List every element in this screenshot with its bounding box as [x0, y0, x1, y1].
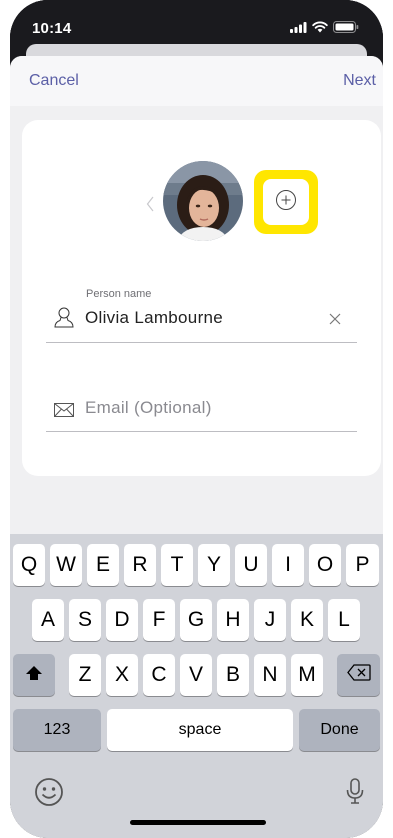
key-c[interactable]: C [143, 654, 175, 696]
person-icon [54, 306, 74, 333]
on-screen-keyboard: Q W E R T Y U I O P A S D F G H J K L Z … [10, 534, 383, 838]
key-i[interactable]: I [272, 544, 304, 586]
key-r[interactable]: R [124, 544, 156, 586]
key-j[interactable]: J [254, 599, 286, 641]
person-form-card: Person name Olivia Lambourne Email (Opti… [22, 120, 381, 476]
phone-frame: 10:14 Cancel Next Person name Olivia Lam… [0, 0, 393, 838]
key-g[interactable]: G [180, 599, 212, 641]
key-s[interactable]: S [69, 599, 101, 641]
avatar[interactable] [163, 161, 243, 241]
key-n[interactable]: N [254, 654, 286, 696]
cellular-signal-icon [290, 20, 307, 38]
status-time: 10:14 [32, 20, 72, 37]
shift-key[interactable] [13, 654, 55, 696]
nav-bar: Cancel Next [10, 56, 383, 106]
backspace-key[interactable] [337, 654, 380, 696]
key-z[interactable]: Z [69, 654, 101, 696]
done-key[interactable]: Done [299, 709, 380, 751]
status-bar: 10:14 [10, 0, 383, 50]
emoji-icon[interactable] [34, 777, 64, 812]
clear-icon[interactable] [328, 312, 342, 331]
key-t[interactable]: T [161, 544, 193, 586]
home-indicator [130, 820, 266, 825]
key-f[interactable]: F [143, 599, 175, 641]
key-w[interactable]: W [50, 544, 82, 586]
key-k[interactable]: K [291, 599, 323, 641]
key-y[interactable]: Y [198, 544, 230, 586]
battery-icon [333, 20, 359, 38]
key-u[interactable]: U [235, 544, 267, 586]
key-b[interactable]: B [217, 654, 249, 696]
key-x[interactable]: X [106, 654, 138, 696]
numbers-key[interactable]: 123 [13, 709, 101, 751]
person-name-input[interactable]: Olivia Lambourne [85, 308, 223, 328]
key-o[interactable]: O [309, 544, 341, 586]
key-h[interactable]: H [217, 599, 249, 641]
key-m[interactable]: M [291, 654, 323, 696]
modal-sheet: Cancel Next Person name Olivia Lambourne… [10, 56, 383, 838]
avatar-photo [163, 161, 243, 241]
next-button[interactable]: Next [343, 72, 376, 90]
cancel-button[interactable]: Cancel [29, 72, 79, 90]
space-key[interactable]: space [107, 709, 293, 751]
wifi-icon [312, 20, 328, 38]
status-icons [290, 20, 359, 38]
add-photo-button[interactable] [263, 179, 309, 225]
email-field-underline [46, 431, 357, 432]
key-v[interactable]: V [180, 654, 212, 696]
key-p[interactable]: P [346, 544, 379, 586]
key-a[interactable]: A [32, 599, 64, 641]
person-name-label: Person name [86, 288, 152, 300]
key-l[interactable]: L [328, 599, 360, 641]
plus-circle-icon [275, 189, 297, 216]
shift-icon [25, 663, 43, 687]
microphone-icon[interactable] [346, 778, 364, 811]
add-photo-highlight [254, 170, 318, 234]
backspace-icon [346, 663, 371, 687]
key-q[interactable]: Q [13, 544, 45, 586]
email-input[interactable]: Email (Optional) [85, 398, 212, 418]
key-d[interactable]: D [106, 599, 138, 641]
chevron-left-icon[interactable] [146, 196, 154, 217]
key-e[interactable]: E [87, 544, 119, 586]
name-field-underline [46, 342, 357, 343]
screen: 10:14 Cancel Next Person name Olivia Lam… [10, 0, 383, 838]
mail-icon [54, 403, 74, 422]
